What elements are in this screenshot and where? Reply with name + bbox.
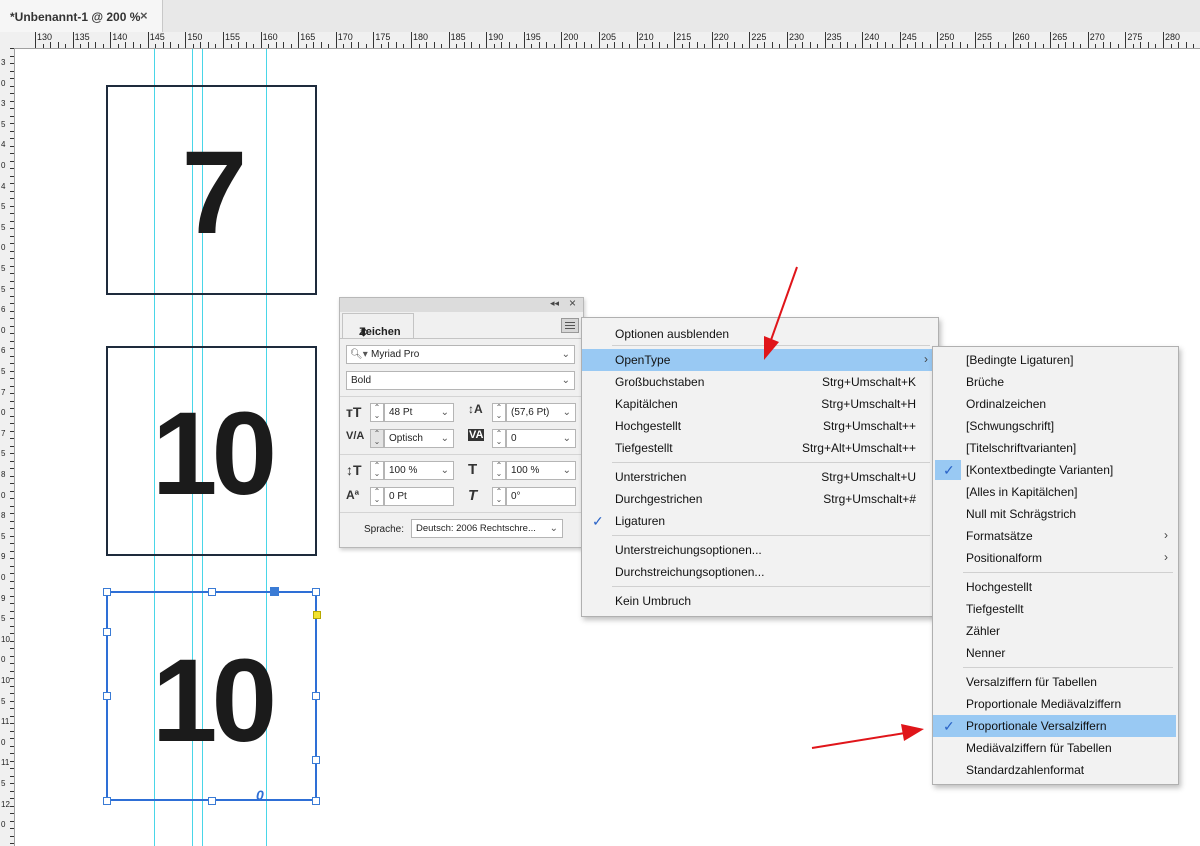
red-arrow-head: [764, 336, 779, 360]
red-arrow: [811, 732, 906, 749]
red-arrow-head: [901, 724, 924, 741]
annotation-arrows: [764, 266, 924, 749]
red-arrow: [770, 266, 798, 341]
